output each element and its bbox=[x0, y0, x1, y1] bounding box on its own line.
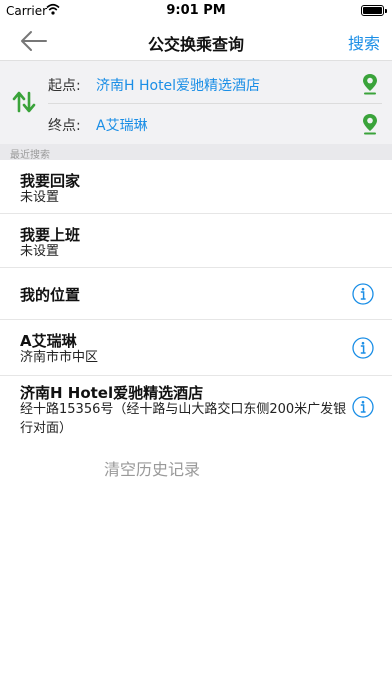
end-point-row: 终点: A艾瑞琳 bbox=[48, 103, 382, 143]
clock: 9:01 PM bbox=[166, 3, 226, 18]
start-point-field[interactable]: 济南H Hotel爱驰精选酒店 bbox=[96, 75, 260, 95]
list-item-subtitle: 未设置 bbox=[20, 190, 60, 205]
swap-icon[interactable] bbox=[12, 89, 36, 115]
search-button[interactable]: 搜索 bbox=[348, 30, 380, 54]
end-point-field[interactable]: A艾瑞琳 bbox=[96, 115, 148, 135]
clear-history-button[interactable]: 清空历史记录 bbox=[0, 456, 304, 480]
list-item-hotel[interactable]: 济南H Hotel爱驰精选酒店 经十路15356号（经十路与山大路交口东侧200… bbox=[0, 376, 392, 450]
end-label: 终点: bbox=[48, 118, 81, 134]
info-icon[interactable] bbox=[352, 396, 374, 418]
list-item-title: 我的位置 bbox=[20, 286, 81, 304]
list-item-subtitle: 未设置 bbox=[20, 244, 60, 259]
recent-search-list: 我要回家 未设置 我要上班 未设置 我的位置 A艾瑞琳 济南市市中区 济南H H… bbox=[0, 160, 392, 450]
list-item-place[interactable]: A艾瑞琳 济南市市中区 bbox=[0, 320, 392, 376]
navigation-bar: 公交换乘查询 搜索 bbox=[0, 22, 392, 60]
start-point-row: 起点: 济南H Hotel爱驰精选酒店 bbox=[48, 63, 382, 104]
list-item-my-location[interactable]: 我的位置 bbox=[0, 268, 392, 320]
route-panel: 起点: 济南H Hotel爱驰精选酒店 终点: A艾瑞琳 bbox=[0, 60, 392, 145]
battery-icon bbox=[361, 5, 387, 16]
list-item-work[interactable]: 我要上班 未设置 bbox=[0, 214, 392, 268]
info-icon[interactable] bbox=[352, 283, 374, 305]
location-pin-icon[interactable] bbox=[362, 113, 378, 135]
info-icon[interactable] bbox=[352, 337, 374, 359]
start-label: 起点: bbox=[48, 78, 81, 94]
recent-search-header: 最近搜索 bbox=[0, 144, 392, 161]
list-item-home[interactable]: 我要回家 未设置 bbox=[0, 160, 392, 214]
section-header-label: 最近搜索 bbox=[10, 150, 50, 161]
list-item-subtitle: 经十路15356号（经十路与山大路交口东侧200米广发银行对面） bbox=[20, 402, 347, 436]
status-bar: Carrier 9:01 PM bbox=[0, 0, 392, 22]
list-item-subtitle: 济南市市中区 bbox=[20, 350, 99, 365]
location-pin-icon[interactable] bbox=[362, 73, 378, 95]
page-title: 公交换乘查询 bbox=[147, 35, 244, 54]
